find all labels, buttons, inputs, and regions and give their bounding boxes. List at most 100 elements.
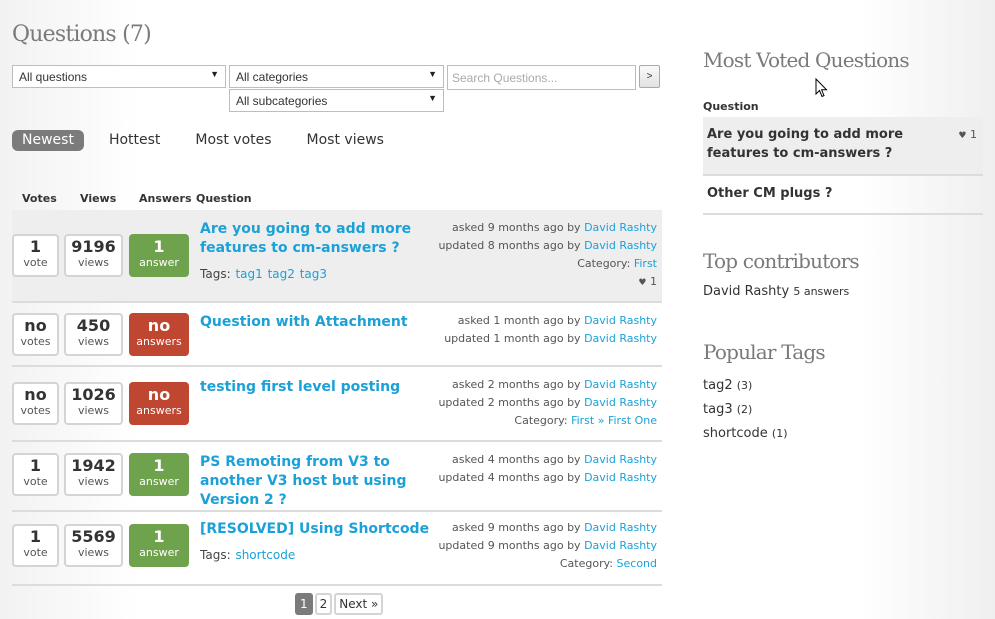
views-number: 5569 [71,527,116,546]
category-label: Category: [577,257,631,270]
author-link[interactable]: David Rashty [584,453,657,466]
popular-tag-count: (3) [736,379,753,392]
author-link[interactable]: David Rashty [584,314,657,327]
category-label: Category: [514,414,568,427]
question-title-link[interactable]: Are you going to add more features to cm… [200,220,455,258]
updated-text: updated 8 months ago by [438,239,581,252]
most-voted-item[interactable]: Are you going to add more features to cm… [703,117,983,176]
questions-filter-value: All questions [19,70,88,84]
tag-link[interactable]: shortcode [235,548,295,562]
categories-filter-select[interactable]: All categories ▼ [229,65,444,88]
votes-label: vote [23,256,48,269]
views-label: views [77,546,110,559]
views-number: 1026 [71,385,116,404]
question-title-link[interactable]: testing first level posting [200,378,455,397]
tab-most-views[interactable]: Most views [297,130,394,151]
chevron-down-icon: ▼ [428,69,437,79]
category-link[interactable]: First [571,414,594,427]
popular-tag-count: (1) [771,427,788,440]
tag-link[interactable]: tag2 [268,267,295,281]
popular-tag-item: shortcode (1) [703,422,788,446]
column-header-question: Question [196,192,252,205]
tag-link[interactable]: tag3 [300,267,327,281]
page-1-button[interactable]: 1 [295,593,313,615]
category-link[interactable]: Second [617,557,657,570]
author-link[interactable]: David Rashty [584,396,657,409]
question-meta: asked 2 months ago by David Rashty updat… [438,376,657,430]
tags-label: Tags: [200,267,231,281]
votes-label: votes [20,335,51,348]
question-row: no votes 1026 views no answers testing f… [12,367,662,442]
question-meta: asked 9 months ago by David Rashty updat… [438,519,657,573]
popular-tag-link[interactable]: tag2 [703,378,733,393]
votes-count: no votes [12,382,59,425]
answers-number: 1 [153,237,165,256]
page-2-button[interactable]: 2 [314,593,333,615]
asked-text: asked 4 months ago by [452,453,581,466]
tab-hottest[interactable]: Hottest [99,130,170,151]
answers-label: answer [139,475,179,488]
contributor-name[interactable]: David Rashty [703,284,789,299]
answers-label: answers [136,404,182,417]
votes-number: 1 [29,456,42,475]
votes-number: no [24,316,47,335]
answers-label: answers [136,335,182,348]
questions-filter-select[interactable]: All questions ▼ [12,65,226,88]
subcategories-filter-value: All subcategories [236,94,328,108]
votes-count: no votes [12,313,59,356]
contributor-count: 5 answers [793,285,850,298]
author-link[interactable]: David Rashty [584,539,657,552]
most-voted-column-header: Question [703,100,759,113]
tab-most-votes[interactable]: Most votes [185,130,281,151]
answers-number: no [147,385,171,404]
mouse-cursor-icon [815,78,828,98]
popular-tag-link[interactable]: shortcode [703,426,768,441]
question-title-link[interactable]: Question with Attachment [200,313,455,332]
author-link[interactable]: David Rashty [584,378,657,391]
views-count: 1942 views [64,453,123,496]
asked-text: asked 2 months ago by [452,378,581,391]
tab-newest[interactable]: Newest [12,130,84,151]
updated-text: updated 1 month ago by [444,332,581,345]
question-title-link[interactable]: PS Remoting from V3 to another V3 host b… [200,453,455,510]
most-voted-question-title[interactable]: Are you going to add more features to cm… [707,125,962,163]
author-link[interactable]: David Rashty [584,239,657,252]
answers-number: 1 [153,527,165,546]
next-page-button[interactable]: Next » [334,593,384,615]
views-number: 450 [76,316,111,335]
heart-icon: ♥ [638,278,647,288]
views-label: views [77,475,110,488]
votes-count: 1 vote [12,453,59,496]
popular-tag-count: (2) [736,403,753,416]
views-count: 9196 views [64,234,123,277]
most-voted-item[interactable]: Other CM plugs ? [703,176,983,215]
subcategories-filter-select[interactable]: All subcategories ▼ [229,89,444,112]
question-row: 1 vote 5569 views 1 answer [RESOLVED] Us… [12,512,662,586]
column-header-views: Views [80,192,117,205]
search-button[interactable]: > [639,65,660,88]
search-input[interactable]: Search Questions... [447,65,636,90]
answers-label: answer [139,256,179,269]
popular-tags-title: Popular Tags [703,340,826,364]
question-meta: asked 1 month ago by David Rashty update… [444,312,657,348]
views-label: views [77,335,110,348]
author-link[interactable]: David Rashty [584,521,657,534]
author-link[interactable]: David Rashty [584,471,657,484]
search-placeholder: Search Questions... [452,71,558,85]
category-link[interactable]: First [634,257,657,270]
question-title-link[interactable]: [RESOLVED] Using Shortcode [200,520,455,539]
tag-link[interactable]: tag1 [235,267,262,281]
page-title: Questions (7) [12,22,152,47]
author-link[interactable]: David Rashty [584,221,657,234]
votes-number: 1 [29,237,42,256]
answers-count: 1 answer [129,524,189,567]
column-header-answers: Answers [139,192,192,205]
answers-count: 1 answer [129,234,189,277]
updated-text: updated 2 months ago by [438,396,581,409]
subcategory-link[interactable]: First One [608,414,657,427]
views-label: views [77,404,110,417]
most-voted-question-title[interactable]: Other CM plugs ? [707,186,832,201]
popular-tag-link[interactable]: tag3 [703,402,733,417]
author-link[interactable]: David Rashty [584,332,657,345]
question-tags: Tags: tag1 tag2 tag3 [200,267,327,281]
